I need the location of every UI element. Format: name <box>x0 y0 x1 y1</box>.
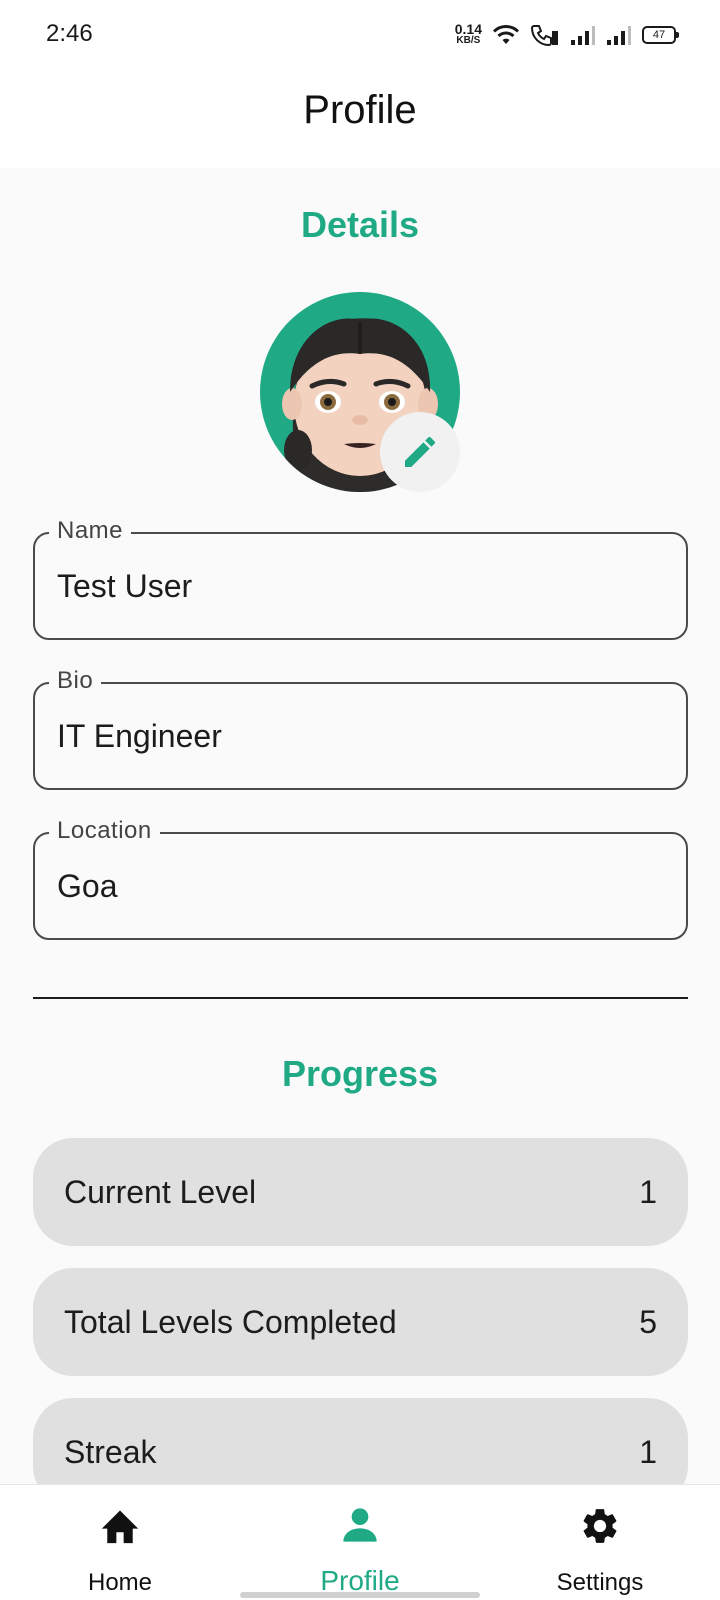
pencil-icon <box>405 436 436 467</box>
nav-item-home[interactable]: Home <box>0 1485 240 1600</box>
stat-row-current-level: Current Level 1 <box>33 1138 688 1246</box>
app-bar: Profile <box>0 70 720 168</box>
status-icons: 0.14 KB/S 47 <box>454 20 679 50</box>
home-indicator[interactable] <box>240 1592 480 1598</box>
nav-label-home: Home <box>87 1569 153 1596</box>
location-field-label: Location <box>49 817 160 845</box>
name-field-label: Name <box>49 517 132 545</box>
stat-label: Streak <box>64 1434 157 1470</box>
bottom-navigation: Home Profile Settings <box>0 1484 720 1600</box>
network-speed-value: 0.14 <box>454 21 482 37</box>
home-icon <box>101 1510 139 1544</box>
wifi-icon <box>492 25 520 44</box>
avatar-container <box>260 292 460 492</box>
section-divider <box>33 997 688 999</box>
wifi-calling-icon <box>530 25 558 47</box>
status-time: 2:46 <box>46 20 93 47</box>
bio-field-label: Bio <box>49 667 102 695</box>
person-icon <box>343 1508 377 1542</box>
nav-item-settings[interactable]: Settings <box>480 1485 720 1600</box>
bio-field[interactable]: Bio IT Engineer <box>33 667 688 790</box>
stat-label: Current Level <box>64 1174 257 1210</box>
nav-item-profile[interactable]: Profile <box>240 1485 480 1600</box>
location-field-value: Goa <box>57 868 118 904</box>
profile-screen: 2:46 0.14 KB/S 47 Profile Details Name T… <box>0 0 720 1600</box>
gear-icon <box>583 1509 617 1543</box>
battery-level: 47 <box>652 29 666 41</box>
network-speed: 0.14 KB/S <box>454 21 482 46</box>
stat-value: 1 <box>639 1434 657 1470</box>
details-title: Details <box>300 204 420 245</box>
status-bar: 2:46 0.14 KB/S 47 <box>0 0 720 70</box>
edit-avatar-button[interactable] <box>380 412 460 492</box>
bio-field-value: IT Engineer <box>57 718 222 754</box>
stat-value: 1 <box>639 1174 657 1210</box>
name-field-value: Test User <box>57 568 193 604</box>
name-field[interactable]: Name Test User <box>33 517 688 640</box>
nav-label-settings: Settings <box>556 1569 644 1596</box>
stat-value: 5 <box>639 1304 657 1340</box>
location-field[interactable]: Location Goa <box>33 817 688 940</box>
signal-icon <box>571 26 595 45</box>
signal-icon <box>607 26 631 45</box>
network-speed-unit: KB/S <box>456 35 481 46</box>
stat-row-total-levels: Total Levels Completed 5 <box>33 1268 688 1376</box>
progress-title: Progress <box>281 1053 439 1094</box>
battery-icon: 47 <box>642 26 679 44</box>
stat-label: Total Levels Completed <box>64 1304 397 1340</box>
page-title: Profile <box>303 88 417 132</box>
